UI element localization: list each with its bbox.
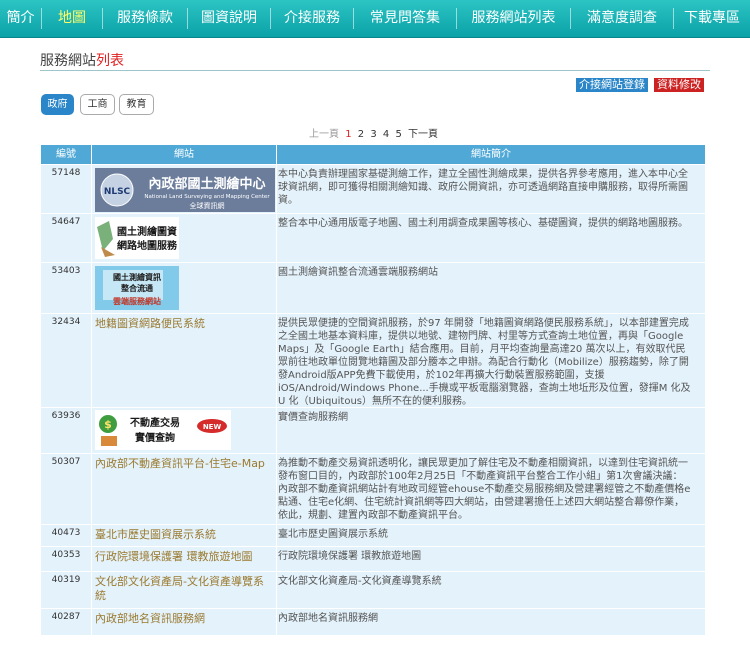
svg-text:國土測繪圖資: 國土測繪圖資: [117, 225, 177, 238]
pager-page-link[interactable]: 5: [395, 129, 401, 140]
nav-item-downloads[interactable]: 下載專區: [674, 0, 750, 37]
nav-item-api-services[interactable]: 介接服務: [271, 0, 353, 37]
pager-page-link[interactable]: 1: [345, 129, 351, 140]
price-query-logo-image: $ 不動產交易 實價查詢 NEW: [95, 410, 231, 450]
table-row: 40319 文化部文化資產局-文化資產導覽系統 文化部文化資產局-文化資產導覽系…: [41, 572, 705, 609]
svg-text:NEW: NEW: [203, 423, 222, 431]
svg-text:不動產交易: 不動產交易: [130, 416, 180, 429]
map-service-logo-link[interactable]: 國土測繪圖資 網路地圖服務: [95, 217, 179, 259]
svg-text:全球資訊網: 全球資訊網: [190, 201, 225, 210]
row-description: 行政院環境保護署 環教旅遊地圖: [278, 551, 422, 562]
site-list-table: 編號 網站 網站簡介 57148 NLSC 內政部國土測繪中心 National…: [41, 145, 705, 636]
column-divider: [91, 145, 92, 635]
table-row: 40287 內政部地名資訊服務網 內政部地名資訊服務網: [41, 609, 705, 636]
table-row: 40473 臺北市歷史圖資展示系統 臺北市歷史圖資展示系統: [41, 525, 705, 547]
register-site-button[interactable]: 介接網站登錄: [576, 78, 648, 92]
row-id: 40287: [51, 612, 81, 622]
row-id: 40473: [51, 528, 81, 538]
table-row: 53403 國土測繪資訊 整合流通 雲端服務網站 國土測繪資訊整合流通雲端服務網…: [41, 263, 705, 314]
nav-item-site-list[interactable]: 服務網站列表: [457, 0, 570, 37]
row-description: 為推動不動產交易資訊透明化，讓民眾更加了解住宅及不動產相關資訊，以達到住宅資訊統…: [278, 458, 691, 521]
nav-item-terms[interactable]: 服務條款: [103, 0, 187, 37]
row-description: 實價查詢服務網: [278, 412, 348, 423]
row-id: 53403: [51, 266, 81, 276]
pager-page-link[interactable]: 3: [370, 129, 376, 140]
svg-text:國土測繪資訊: 國土測繪資訊: [113, 272, 161, 282]
row-id: 57148: [51, 168, 81, 178]
site-link[interactable]: 文化部文化資產局-文化資產導覽系統: [95, 575, 271, 603]
nav-item-faq[interactable]: 常見問答集: [354, 0, 456, 37]
page-title-text: 服務網站: [40, 53, 96, 69]
svg-text:整合流通: 整合流通: [120, 283, 153, 293]
site-link[interactable]: 地籍圖資網路便民系統: [95, 317, 271, 331]
pager-next-link[interactable]: 下一頁: [408, 129, 438, 140]
svg-text:NLSC: NLSC: [104, 187, 131, 197]
title-divider: [40, 70, 710, 71]
row-description: 內政部地名資訊服務網: [278, 613, 378, 624]
site-link[interactable]: 內政部地名資訊服務網: [95, 612, 271, 626]
svg-text:網路地圖服務: 網路地圖服務: [117, 239, 178, 252]
site-link[interactable]: 行政院環境保護署 環教旅遊地圖: [95, 550, 271, 564]
row-description: 提供民眾便捷的空間資訊服務，於97 年開發「地籍圖資網路便民服務系統」，以本部建…: [278, 318, 691, 407]
row-id: 54647: [51, 217, 81, 227]
row-description: 文化部文化資產局-文化資產導覽系統: [278, 576, 442, 587]
category-tab-government[interactable]: 政府: [41, 94, 74, 115]
row-id: 63936: [51, 411, 81, 421]
svg-text:實價查詢: 實價查詢: [135, 431, 175, 444]
svg-text:National Land Surveying and Ma: National Land Surveying and Mapping Cent…: [144, 194, 270, 200]
row-description: 臺北市歷史圖資展示系統: [278, 529, 388, 540]
page-title-highlight: 列表: [96, 53, 124, 69]
pager-prev-link[interactable]: 上一頁: [309, 129, 339, 140]
table-row: 32434 地籍圖資網路便民系統 提供民眾便捷的空間資訊服務，於97 年開發「地…: [41, 314, 705, 408]
cloud-service-logo-link[interactable]: 國土測繪資訊 整合流通 雲端服務網站: [95, 266, 179, 310]
row-id: 50307: [51, 457, 81, 467]
nav-item-map[interactable]: 地圖: [42, 0, 102, 37]
row-description: 本中心負責辦理國家基礎測繪工作，建立全國性測繪成果，提供各界參考應用，進入本中心…: [278, 169, 688, 206]
table-row: 57148 NLSC 內政部國土測繪中心 National Land Surve…: [41, 165, 705, 214]
svg-text:雲端服務網站: 雲端服務網站: [113, 296, 161, 306]
nlsc-logo-link[interactable]: NLSC 內政部國土測繪中心 National Land Surveying a…: [95, 168, 275, 212]
pagination: 上一頁 1 2 3 4 5 下一頁: [309, 125, 441, 140]
nlsc-logo-image: NLSC 內政部國土測繪中心 National Land Surveying a…: [95, 168, 275, 212]
column-header-description: 網站簡介: [277, 145, 705, 164]
cloud-service-logo-image: 國土測繪資訊 整合流通 雲端服務網站: [95, 266, 179, 310]
svg-text:$: $: [104, 418, 112, 431]
row-id: 40319: [51, 575, 81, 585]
category-tab-education[interactable]: 教育: [119, 94, 154, 115]
nav-item-survey[interactable]: 滿意度調查: [571, 0, 673, 37]
page-title: 服務網站列表: [40, 50, 124, 70]
site-link[interactable]: 內政部不動產資訊平台-住宅e-Map: [95, 457, 271, 471]
row-description: 整合本中心通用版電子地圖、國土利用調查成果圖等核心、基礎圖資，提供的網路地圖服務…: [278, 218, 688, 229]
row-id: 40353: [51, 550, 81, 560]
table-row: 54647 國土測繪圖資 網路地圖服務 整合本中心通用版電子地圖、國土利用調查成…: [41, 214, 705, 263]
modify-data-button[interactable]: 資料修改: [654, 78, 704, 92]
nav-item-data-description[interactable]: 圖資說明: [188, 0, 270, 37]
map-service-logo-image: 國土測繪圖資 網路地圖服務: [95, 217, 179, 259]
pager-page-link[interactable]: 4: [383, 129, 389, 140]
column-header-site: 網站: [92, 145, 276, 164]
table-row: 63936 $ 不動產交易 實價查詢 NEW 實價查詢服務網: [41, 408, 705, 454]
column-header-id: 編號: [41, 145, 91, 164]
nav-item-intro[interactable]: 簡介: [0, 0, 41, 37]
table-row: 50307 內政部不動產資訊平台-住宅e-Map 為推動不動產交易資訊透明化，讓…: [41, 454, 705, 525]
pager-page-link[interactable]: 2: [358, 129, 364, 140]
row-description: 國土測繪資訊整合流通雲端服務網站: [278, 267, 438, 278]
svg-text:內政部國土測繪中心: 內政部國土測繪中心: [148, 176, 265, 192]
top-navigation-bar: 簡介 地圖 服務條款 圖資說明 介接服務 常見問答集 服務網站列表 滿意度調查 …: [0, 0, 750, 38]
site-link[interactable]: 臺北市歷史圖資展示系統: [95, 528, 271, 542]
category-tab-business[interactable]: 工商: [80, 94, 115, 115]
price-query-logo-link[interactable]: $ 不動產交易 實價查詢 NEW: [95, 410, 231, 450]
column-divider: [276, 145, 277, 635]
table-row: 40353 行政院環境保護署 環教旅遊地圖 行政院環境保護署 環教旅遊地圖: [41, 547, 705, 572]
row-id: 32434: [51, 317, 81, 327]
